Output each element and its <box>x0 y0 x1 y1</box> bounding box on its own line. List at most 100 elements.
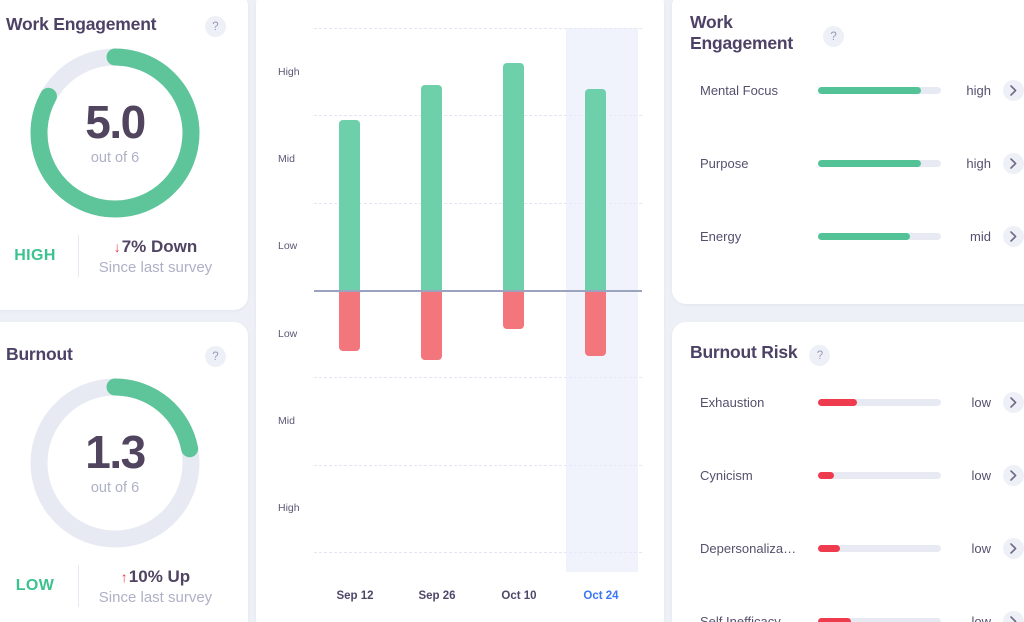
factor-progress-track <box>818 87 941 94</box>
arrow-up-icon: ↑ <box>120 568 128 585</box>
status-badge: HIGH <box>14 247 56 264</box>
chart-bar-burnout <box>338 290 360 352</box>
y-axis-tick: Low <box>278 240 298 253</box>
chart-bar-engagement <box>502 62 524 290</box>
panel-title-line1: Work <box>690 12 733 32</box>
factor-label: Self Inefficacy <box>700 614 781 622</box>
chart-plot-area <box>314 28 642 572</box>
donut-center-label: 5.0 out of 6 <box>27 45 203 221</box>
score-scale: out of 6 <box>90 479 140 496</box>
y-axis-tick: Mid <box>278 153 295 165</box>
factor-value: low <box>971 468 991 483</box>
help-icon[interactable]: ? <box>205 346 226 367</box>
factor-label: Cynicism <box>700 468 753 483</box>
chart-bar-engagement <box>584 89 606 290</box>
burnout-donut: 1.3 out of 6 <box>27 375 203 551</box>
factor-progress-fill <box>818 472 834 479</box>
factor-value: low <box>971 614 991 622</box>
chevron-right-icon[interactable] <box>1003 392 1024 413</box>
factor-label: Mental Focus <box>700 83 779 98</box>
factor-progress-fill <box>818 618 852 622</box>
factor-value: low <box>971 541 991 556</box>
score-value: 5.0 <box>85 95 146 148</box>
page-title: Work Engagement <box>6 14 157 34</box>
factor-value: high <box>966 156 991 171</box>
factor-progress-track <box>818 233 941 240</box>
x-axis-tick[interactable]: Oct 24 <box>583 590 618 602</box>
factor-progress-fill <box>818 399 858 406</box>
page-title: Burnout <box>6 344 73 364</box>
help-icon[interactable]: ? <box>809 345 831 366</box>
score-cards-column: Work Engagement ? 5.0 out of 6 HIGH ↓7% … <box>0 0 248 622</box>
chart-bar-group[interactable] <box>584 28 606 572</box>
y-axis-tick: High <box>278 502 300 515</box>
chart-zero-line <box>314 290 642 292</box>
factor-progress-fill <box>818 160 922 167</box>
chart-bar-burnout <box>420 290 442 360</box>
engagement-factor-list: Mental Focus high Purpose high Energy mid <box>672 54 1024 273</box>
factor-progress-track <box>818 618 941 622</box>
chevron-right-icon[interactable] <box>1003 611 1024 622</box>
list-item[interactable]: Self Inefficacy low <box>700 585 1024 622</box>
card-footer: HIGH ↓7% Down Since last survey <box>0 235 248 277</box>
chart-inner: High Mid Low Low Mid High Sep 12 Sep 26 Oct 10 O… <box>256 0 664 622</box>
card-header: Burnout Risk ? <box>672 322 1024 366</box>
factor-progress-track <box>818 545 941 552</box>
trend-text: 7% Down <box>121 236 198 256</box>
trend-chart-card: High Mid Low Low Mid High Sep 12 Sep 26 Oct 10 O… <box>256 0 664 622</box>
trend-value: ↓7% Down <box>81 237 230 257</box>
y-axis-tick: High <box>278 65 300 78</box>
trend-text: 10% Up <box>128 566 191 586</box>
burnout-score-card: Burnout ? 1.3 out of 6 LOW ↑10% Up Since… <box>0 322 248 622</box>
chart-bar-group[interactable] <box>502 28 524 572</box>
x-axis-tick[interactable]: Sep 12 <box>336 590 373 602</box>
trend-caption: Since last survey <box>98 588 213 606</box>
chart-bar-group[interactable] <box>420 28 442 572</box>
chart-bar-group[interactable] <box>338 28 360 572</box>
factor-panels-column: Work Engagement ? Mental Focus high Purpos… <box>672 0 1024 622</box>
factor-progress-track <box>818 472 941 479</box>
help-icon[interactable]: ? <box>823 26 845 47</box>
x-axis-tick[interactable]: Sep 26 <box>418 590 455 602</box>
list-item[interactable]: Energy mid <box>700 200 1024 273</box>
card-header: Burnout ? <box>0 322 248 367</box>
card-header: Work Engagement ? <box>672 0 1024 54</box>
arrow-down-icon: ↓ <box>113 238 121 255</box>
chevron-right-icon[interactable] <box>1003 226 1024 247</box>
factor-value: high <box>966 83 991 98</box>
factor-progress-fill <box>818 87 922 94</box>
list-item[interactable]: Depersonaliza… low <box>700 512 1024 585</box>
card-footer: LOW ↑10% Up Since last survey <box>0 565 248 607</box>
list-item[interactable]: Mental Focus high <box>700 54 1024 127</box>
factor-value: mid <box>970 229 991 244</box>
factor-progress-fill <box>818 545 841 552</box>
chart-bar-burnout <box>584 290 606 356</box>
work-engagement-donut: 5.0 out of 6 <box>27 45 203 221</box>
donut-center-label: 1.3 out of 6 <box>27 375 203 551</box>
donut-gauge-container: 1.3 out of 6 <box>0 375 248 551</box>
score-value: 1.3 <box>85 425 146 478</box>
chevron-right-icon[interactable] <box>1003 153 1024 174</box>
trend-value: ↑10% Up <box>81 567 230 587</box>
status-badge: LOW <box>15 577 55 594</box>
burnout-risk-factors-card: Burnout Risk ? Exhaustion low Cynicism low D… <box>672 322 1024 622</box>
factor-progress-fill <box>818 233 911 240</box>
y-axis-tick: Low <box>278 327 298 340</box>
help-icon[interactable]: ? <box>205 16 226 37</box>
list-item[interactable]: Purpose high <box>700 127 1024 200</box>
chevron-right-icon[interactable] <box>1003 465 1024 486</box>
panel-title: Work Engagement <box>690 12 793 54</box>
donut-gauge-container: 5.0 out of 6 <box>0 45 248 221</box>
chevron-right-icon[interactable] <box>1003 80 1024 101</box>
list-item[interactable]: Cynicism low <box>700 439 1024 512</box>
factor-progress-track <box>818 399 941 406</box>
list-item[interactable]: Exhaustion low <box>700 366 1024 439</box>
chart-bar-engagement <box>420 84 442 290</box>
panel-title: Burnout Risk <box>690 342 798 362</box>
burnout-factor-list: Exhaustion low Cynicism low Depersonaliza… lo… <box>672 366 1024 622</box>
x-axis-tick[interactable]: Oct 10 <box>501 590 536 602</box>
factor-value: low <box>971 395 991 410</box>
chevron-right-icon[interactable] <box>1003 538 1024 559</box>
work-engagement-score-card: Work Engagement ? 5.0 out of 6 HIGH ↓7% … <box>0 0 248 310</box>
score-scale: out of 6 <box>90 149 140 166</box>
